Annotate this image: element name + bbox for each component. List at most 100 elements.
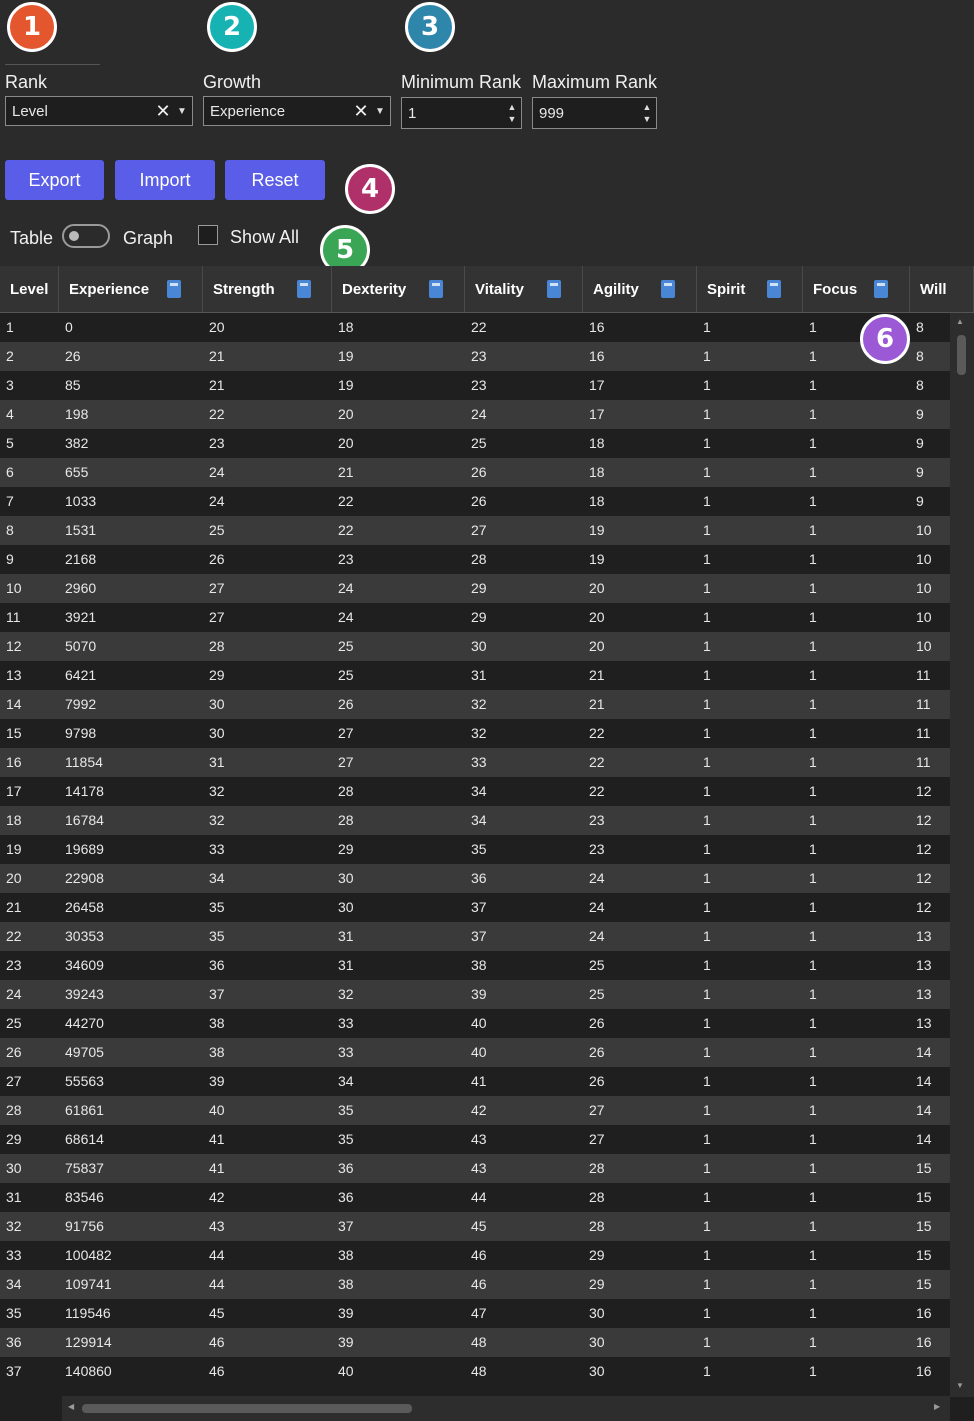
table-row[interactable]: 28 61861 40 35 42 27 1 1 14 <box>0 1096 950 1125</box>
table-row[interactable]: 5 382 23 20 25 18 1 1 9 <box>0 429 950 458</box>
table-cell: 1 <box>703 1073 711 1089</box>
chevron-down-icon[interactable]: ▼ <box>370 106 390 117</box>
table-row[interactable]: 20 22908 34 30 36 24 1 1 12 <box>0 864 950 893</box>
table-row[interactable]: 16 11854 31 27 33 22 1 1 11 <box>0 748 950 777</box>
table-cell: 10 <box>916 551 932 567</box>
chevron-down-icon[interactable]: ▼ <box>508 113 517 125</box>
rank-select[interactable]: Level ✕ ▼ <box>5 96 193 126</box>
table-row[interactable]: 13 6421 29 25 31 21 1 1 11 <box>0 661 950 690</box>
growth-select[interactable]: Experience ✕ ▼ <box>203 96 391 126</box>
column-header-focus[interactable]: Focus <box>803 266 910 312</box>
export-button[interactable]: Export <box>5 160 104 200</box>
scroll-thumb[interactable] <box>82 1404 412 1413</box>
min-rank-stepper[interactable]: ▲ ▼ <box>503 101 521 125</box>
table-cell: 25 <box>471 435 487 451</box>
table-cell: 1 <box>809 580 817 596</box>
table-row[interactable]: 23 34609 36 31 38 25 1 1 13 <box>0 951 950 980</box>
table-row[interactable]: 7 1033 24 22 26 18 1 1 9 <box>0 487 950 516</box>
table-cell: 41 <box>471 1073 487 1089</box>
table-cell: 3 <box>6 377 14 393</box>
calculator-icon[interactable] <box>874 280 888 298</box>
table-cell: 35 <box>338 1102 354 1118</box>
table-row[interactable]: 36 129914 46 39 48 30 1 1 16 <box>0 1328 950 1357</box>
table-cell: 10 <box>916 580 932 596</box>
table-row[interactable]: 19 19689 33 29 35 23 1 1 12 <box>0 835 950 864</box>
table-cell: 1 <box>703 870 711 886</box>
close-icon[interactable]: ✕ <box>352 101 370 122</box>
table-row[interactable]: 4 198 22 20 24 17 1 1 9 <box>0 400 950 429</box>
table-row[interactable]: 34 109741 44 38 46 29 1 1 15 <box>0 1270 950 1299</box>
table-row[interactable]: 32 91756 43 37 45 28 1 1 15 <box>0 1212 950 1241</box>
table-row[interactable]: 2 26 21 19 23 16 1 1 8 <box>0 342 950 371</box>
table-row[interactable]: 24 39243 37 32 39 25 1 1 13 <box>0 980 950 1009</box>
calculator-icon[interactable] <box>767 280 781 298</box>
table-graph-toggle[interactable] <box>62 224 110 248</box>
chevron-up-icon[interactable]: ▲ <box>643 101 652 113</box>
calculator-icon[interactable] <box>167 280 181 298</box>
reset-button[interactable]: Reset <box>225 160 325 200</box>
max-rank-stepper[interactable]: ▲ ▼ <box>638 101 656 125</box>
growth-label: Growth <box>203 72 262 92</box>
scroll-right-arrow[interactable]: ▶ <box>934 1402 940 1411</box>
table-cell: 1 <box>703 899 711 915</box>
table-row[interactable]: 3 85 21 19 23 17 1 1 8 <box>0 371 950 400</box>
horizontal-scrollbar[interactable]: ◀ ▶ <box>62 1396 950 1421</box>
show-all-label[interactable]: Show All <box>230 227 299 248</box>
import-button[interactable]: Import <box>115 160 215 200</box>
table-row[interactable]: 21 26458 35 30 37 24 1 1 12 <box>0 893 950 922</box>
table-row[interactable]: 18 16784 32 28 34 23 1 1 12 <box>0 806 950 835</box>
calculator-icon[interactable] <box>547 280 561 298</box>
table-row[interactable]: 29 68614 41 35 43 27 1 1 14 <box>0 1125 950 1154</box>
table-row[interactable]: 14 7992 30 26 32 21 1 1 11 <box>0 690 950 719</box>
table-row[interactable]: 26 49705 38 33 40 26 1 1 14 <box>0 1038 950 1067</box>
grid-header: Level Experience Strength Dexterity Vitality… <box>0 266 974 313</box>
column-header-experience[interactable]: Experience <box>59 266 203 312</box>
table-row[interactable]: 35 119546 45 39 47 30 1 1 16 <box>0 1299 950 1328</box>
column-header-level[interactable]: Level <box>0 266 59 312</box>
table-row[interactable]: 8 1531 25 22 27 19 1 1 10 <box>0 516 950 545</box>
calculator-icon[interactable] <box>297 280 311 298</box>
scroll-down-arrow[interactable]: ▼ <box>956 1381 964 1390</box>
vertical-scrollbar[interactable]: ▲ ▼ <box>950 313 974 1397</box>
table-cell: 1 <box>703 348 711 364</box>
max-rank-input[interactable]: 999 ▲ ▼ <box>532 97 657 129</box>
table-row[interactable]: 27 55563 39 34 41 26 1 1 14 <box>0 1067 950 1096</box>
table-row[interactable]: 15 9798 30 27 32 22 1 1 11 <box>0 719 950 748</box>
table-row[interactable]: 9 2168 26 23 28 19 1 1 10 <box>0 545 950 574</box>
chevron-down-icon[interactable]: ▼ <box>643 113 652 125</box>
table-cell: 40 <box>209 1102 225 1118</box>
column-header-vitality[interactable]: Vitality <box>465 266 583 312</box>
table-row[interactable]: 12 5070 28 25 30 20 1 1 10 <box>0 632 950 661</box>
min-rank-input[interactable]: 1 ▲ ▼ <box>401 97 522 129</box>
column-header-spirit[interactable]: Spirit <box>697 266 803 312</box>
column-header-will[interactable]: Will <box>910 266 974 312</box>
table-row[interactable]: 33 100482 44 38 46 29 1 1 15 <box>0 1241 950 1270</box>
show-all-checkbox[interactable] <box>198 225 218 245</box>
table-row[interactable]: 22 30353 35 31 37 24 1 1 13 <box>0 922 950 951</box>
close-icon[interactable]: ✕ <box>154 101 172 122</box>
calculator-icon[interactable] <box>429 280 443 298</box>
table-row[interactable]: 17 14178 32 28 34 22 1 1 12 <box>0 777 950 806</box>
table-row[interactable]: 31 83546 42 36 44 28 1 1 15 <box>0 1183 950 1212</box>
chevron-up-icon[interactable]: ▲ <box>508 101 517 113</box>
table-cell: 1 <box>703 783 711 799</box>
table-row[interactable]: 37 140860 46 40 48 30 1 1 16 <box>0 1357 950 1386</box>
table-cell: 33 <box>6 1247 22 1263</box>
column-header-agility[interactable]: Agility <box>583 266 697 312</box>
column-header-dexterity[interactable]: Dexterity <box>332 266 465 312</box>
column-header-strength[interactable]: Strength <box>203 266 332 312</box>
calculator-icon[interactable] <box>661 280 675 298</box>
table-row[interactable]: 1 0 20 18 22 16 1 1 8 <box>0 313 950 342</box>
scroll-left-arrow[interactable]: ◀ <box>68 1402 74 1411</box>
table-cell: 1 <box>703 1363 711 1379</box>
table-row[interactable]: 30 75837 41 36 43 28 1 1 15 <box>0 1154 950 1183</box>
scroll-thumb[interactable] <box>957 335 966 375</box>
table-cell: 1 <box>703 1189 711 1205</box>
table-row[interactable]: 6 655 24 21 26 18 1 1 9 <box>0 458 950 487</box>
table-row[interactable]: 10 2960 27 24 29 20 1 1 10 <box>0 574 950 603</box>
callout-badge-2: 2 <box>207 2 257 52</box>
table-row[interactable]: 25 44270 38 33 40 26 1 1 13 <box>0 1009 950 1038</box>
chevron-down-icon[interactable]: ▼ <box>172 106 192 117</box>
scroll-up-arrow[interactable]: ▲ <box>956 317 964 326</box>
table-row[interactable]: 11 3921 27 24 29 20 1 1 10 <box>0 603 950 632</box>
